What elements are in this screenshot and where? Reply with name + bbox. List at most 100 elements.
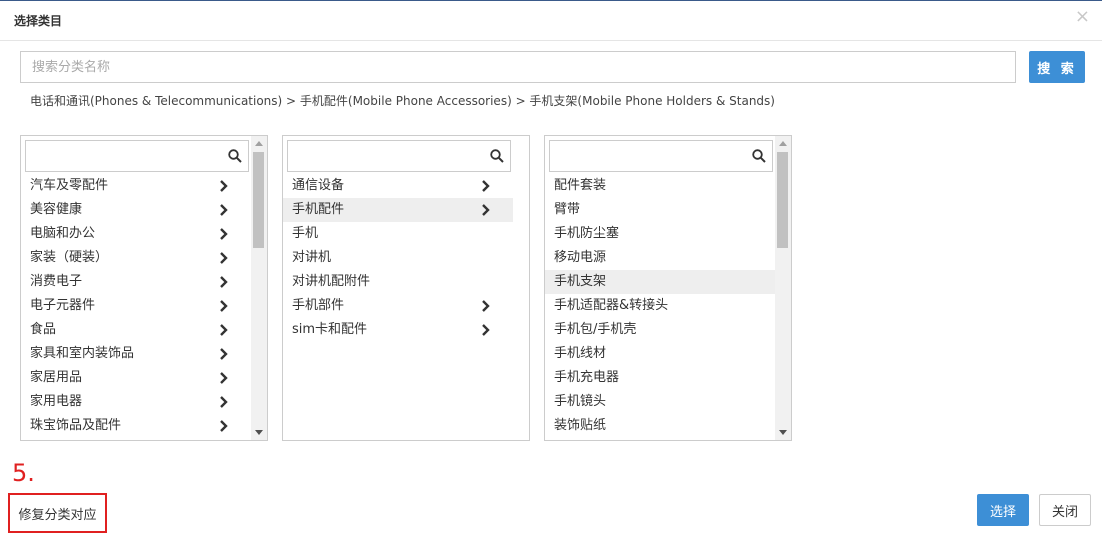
category-item-label: 手机包/手机壳: [554, 322, 637, 337]
column-search-input[interactable]: [550, 141, 740, 171]
category-item[interactable]: 臂带: [545, 198, 775, 222]
category-item-label: 手机: [292, 226, 319, 241]
category-item[interactable]: 手机防尘塞: [545, 222, 775, 246]
chevron-right-icon: [220, 204, 228, 216]
scrollbar-thumb[interactable]: [253, 152, 264, 248]
category-item-label: 手机部件: [292, 298, 345, 313]
category-item[interactable]: 手机: [283, 222, 513, 246]
column-search-input[interactable]: [288, 141, 478, 171]
category-item[interactable]: 家居用品: [21, 366, 251, 390]
category-item-label: 珠宝饰品及配件: [30, 418, 122, 433]
scroll-down-arrow-icon[interactable]: [255, 430, 263, 435]
column-search-box[interactable]: [549, 140, 773, 172]
column-search-box[interactable]: [287, 140, 511, 172]
column-search-input[interactable]: [26, 141, 216, 171]
chevron-right-icon: [482, 300, 490, 312]
fix-category-mapping-button[interactable]: 修复分类对应: [8, 493, 107, 533]
category-item-label: 对讲机: [292, 250, 332, 265]
category-item-label: 消费电子: [30, 274, 83, 289]
category-item[interactable]: 对讲机配附件: [283, 270, 513, 294]
category-item[interactable]: 家用电器: [21, 390, 251, 414]
close-button[interactable]: 关闭: [1039, 494, 1091, 526]
scrollbar-thumb[interactable]: [777, 152, 788, 248]
chevron-right-icon: [220, 252, 228, 264]
category-item-label: 臂带: [554, 202, 581, 217]
category-item-label: 家居用品: [30, 370, 83, 385]
chevron-right-icon: [482, 180, 490, 192]
select-button[interactable]: 选择: [977, 494, 1029, 526]
category-item-label: 美容健康: [30, 202, 83, 217]
scroll-up-arrow-icon[interactable]: [255, 141, 263, 146]
category-item[interactable]: 手机镜头: [545, 390, 775, 414]
category-item-label: 手机支架: [554, 274, 607, 289]
category-item[interactable]: 消费电子: [21, 270, 251, 294]
category-item-label: 家装（硬装）: [30, 250, 109, 265]
category-item[interactable]: 电子元器件: [21, 294, 251, 318]
dialog-header: 选择类目 ×: [0, 0, 1102, 41]
category-item[interactable]: 手机适配器&转接头: [545, 294, 775, 318]
category-column-level-1[interactable]: 汽车及零配件 美容健康电脑和办公家装（硬装） 消费电子电子元器件食品家具和室内装饰品…: [20, 135, 268, 441]
chevron-right-icon: [220, 420, 228, 432]
category-list: 通信设备手机配件手机对讲机对讲机配附件 手机部件 sim卡和配件: [283, 174, 513, 342]
category-item[interactable]: 家装（硬装）: [21, 246, 251, 270]
chevron-right-icon: [220, 324, 228, 336]
category-item-label: 手机线材: [554, 346, 607, 361]
category-item[interactable]: 手机部件: [283, 294, 513, 318]
category-search-input[interactable]: [20, 51, 1016, 83]
search-icon[interactable]: [752, 149, 766, 163]
close-icon[interactable]: ×: [1075, 8, 1090, 26]
category-list: 配件套装臂带手机防尘塞移动电源手机支架手机适配器&转接头 手机包/手机壳 手机线材手…: [545, 174, 775, 438]
category-item[interactable]: 手机线材: [545, 342, 775, 366]
category-item[interactable]: 汽车及零配件: [21, 174, 251, 198]
category-item[interactable]: 通信设备: [283, 174, 513, 198]
category-item-label: 装饰贴纸: [554, 418, 607, 433]
scrollbar[interactable]: [251, 136, 267, 440]
category-item-label: 电子元器件: [30, 298, 96, 313]
search-button[interactable]: 搜 索: [1029, 51, 1085, 83]
search-icon[interactable]: [228, 149, 242, 163]
category-item[interactable]: 移动电源: [545, 246, 775, 270]
chevron-right-icon: [220, 396, 228, 408]
category-item[interactable]: 手机充电器: [545, 366, 775, 390]
category-column-level-2[interactable]: 通信设备手机配件手机对讲机对讲机配附件 手机部件 sim卡和配件: [282, 135, 530, 441]
chevron-right-icon: [220, 180, 228, 192]
chevron-right-icon: [220, 228, 228, 240]
search-icon[interactable]: [490, 149, 504, 163]
dialog-title: 选择类目: [14, 14, 63, 28]
category-item[interactable]: 电脑和办公: [21, 222, 251, 246]
category-item-label: 对讲机配附件: [292, 274, 371, 289]
scrollbar[interactable]: [775, 136, 791, 440]
column-search-box[interactable]: [25, 140, 249, 172]
category-item[interactable]: 手机支架: [545, 270, 775, 294]
category-item[interactable]: 手机配件: [283, 198, 513, 222]
chevron-right-icon: [482, 324, 490, 336]
chevron-right-icon: [220, 372, 228, 384]
step-annotation-number: 5.: [12, 459, 35, 487]
scroll-down-arrow-icon[interactable]: [779, 430, 787, 435]
category-item[interactable]: 食品: [21, 318, 251, 342]
category-item-label: 通信设备: [292, 178, 345, 193]
chevron-right-icon: [220, 300, 228, 312]
category-item-label: sim卡和配件: [292, 322, 368, 337]
chevron-right-icon: [220, 276, 228, 288]
category-item-label: 手机充电器: [554, 370, 620, 385]
chevron-right-icon: [220, 348, 228, 360]
category-item[interactable]: 珠宝饰品及配件: [21, 414, 251, 438]
chevron-right-icon: [482, 204, 490, 216]
category-item[interactable]: 家具和室内装饰品: [21, 342, 251, 366]
scroll-up-arrow-icon[interactable]: [779, 141, 787, 146]
category-column-level-3[interactable]: 配件套装臂带手机防尘塞移动电源手机支架手机适配器&转接头 手机包/手机壳 手机线材手…: [544, 135, 792, 441]
category-item-label: 配件套装: [554, 178, 607, 193]
category-item[interactable]: 对讲机: [283, 246, 513, 270]
category-item[interactable]: sim卡和配件: [283, 318, 513, 342]
category-item-label: 汽车及零配件: [30, 178, 109, 193]
category-item[interactable]: 装饰贴纸: [545, 414, 775, 438]
category-item-label: 移动电源: [554, 250, 607, 265]
category-list: 汽车及零配件 美容健康电脑和办公家装（硬装） 消费电子电子元器件食品家具和室内装饰品…: [21, 174, 251, 438]
category-item[interactable]: 配件套装: [545, 174, 775, 198]
category-item-label: 手机配件: [292, 202, 345, 217]
category-item[interactable]: 手机包/手机壳: [545, 318, 775, 342]
category-item-label: 手机适配器&转接头: [554, 298, 669, 313]
category-item[interactable]: 美容健康: [21, 198, 251, 222]
category-item-label: 食品: [30, 322, 57, 337]
